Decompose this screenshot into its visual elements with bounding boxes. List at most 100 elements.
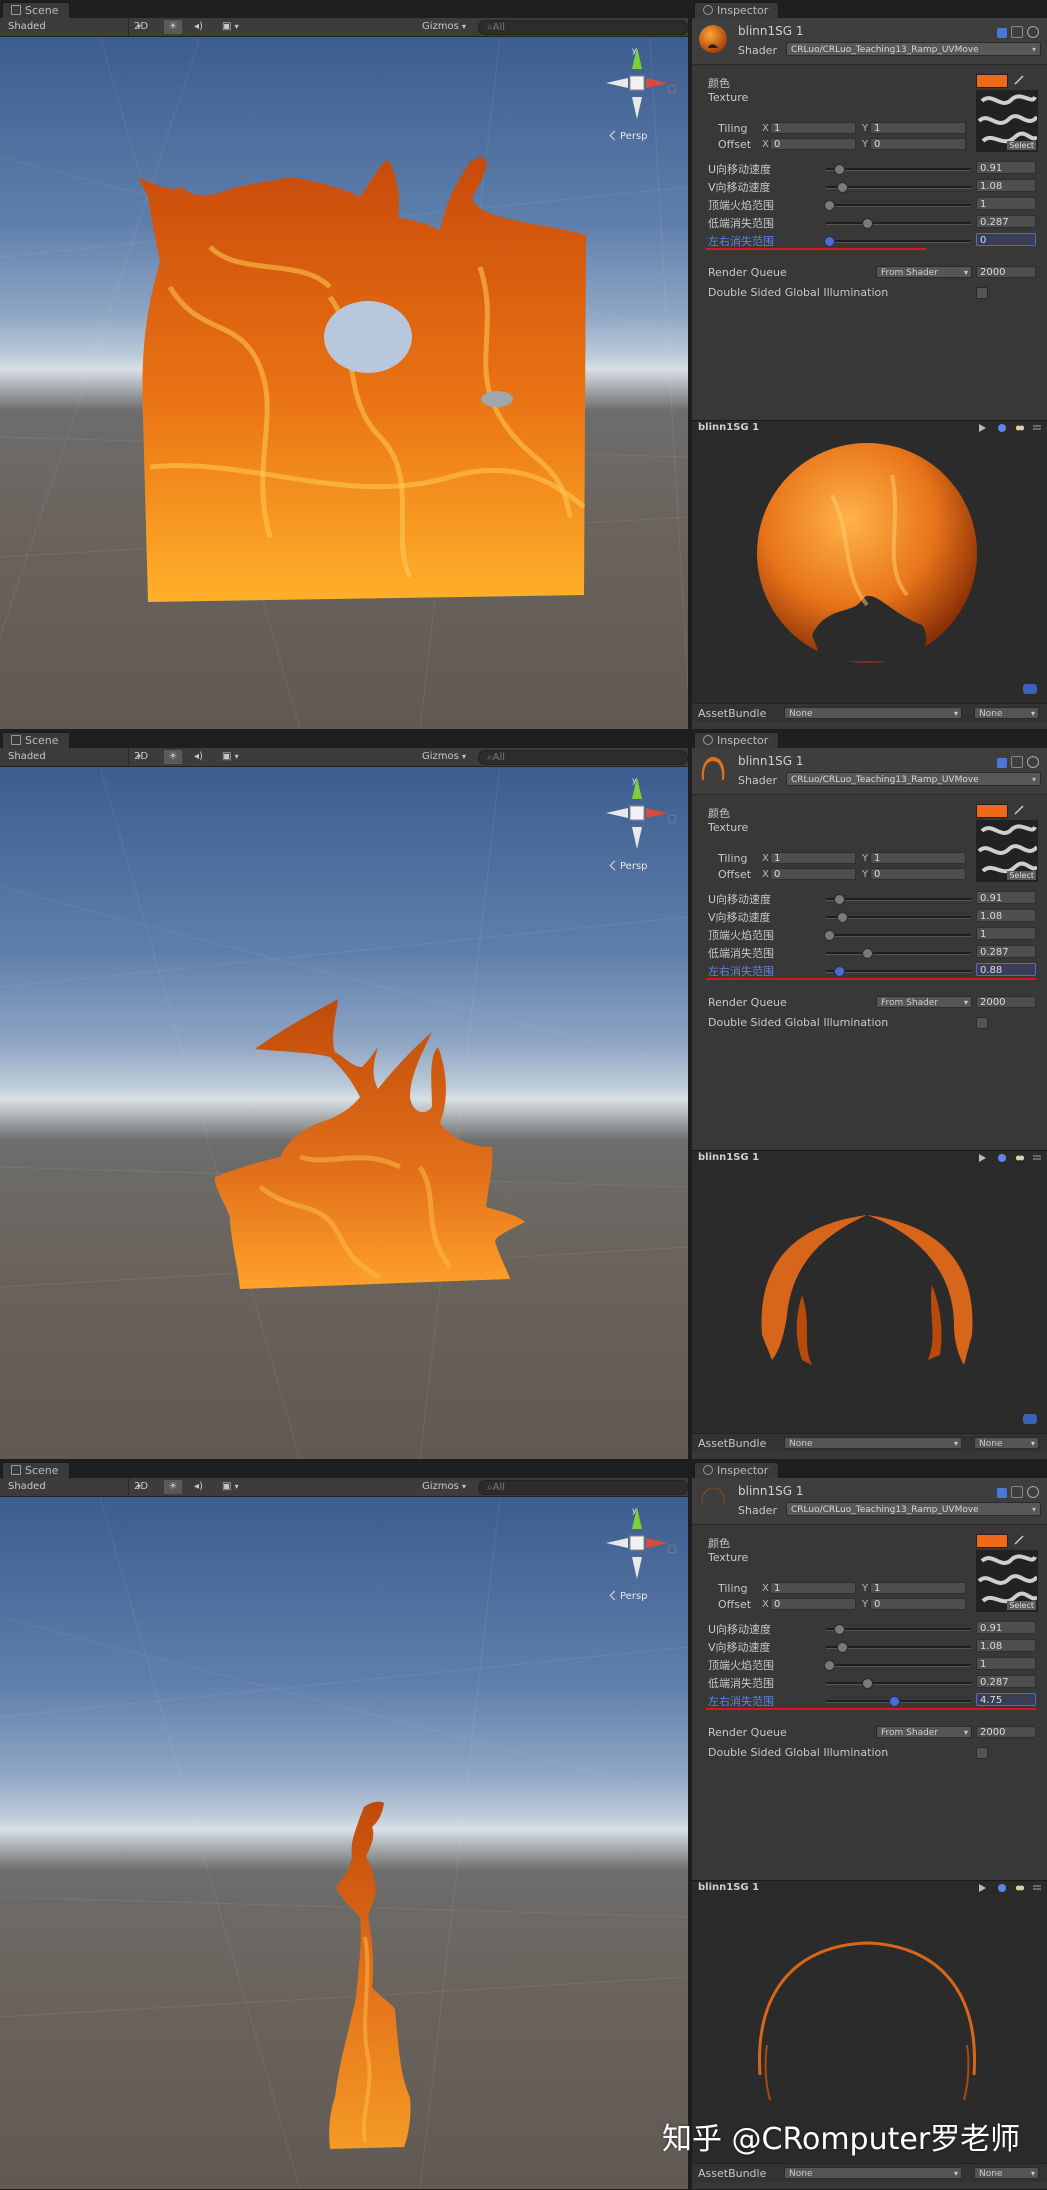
render-queue-field[interactable]: 2000 xyxy=(976,1726,1036,1738)
slider-thumb[interactable] xyxy=(823,236,835,247)
texture-select-button[interactable]: Select xyxy=(1007,1601,1036,1610)
lighting-toggle[interactable]: ☀ xyxy=(164,750,182,764)
preview-menu-icon[interactable] xyxy=(1032,1153,1042,1163)
assetbundle-dropdown[interactable]: None ▾ xyxy=(784,707,962,719)
scene-search-input[interactable]: ⌕All xyxy=(478,1480,688,1495)
color-swatch[interactable] xyxy=(976,804,1008,818)
render-queue-dropdown[interactable]: From Shader ▾ xyxy=(876,266,972,278)
texture-slot[interactable]: Select xyxy=(976,820,1038,882)
gear-icon[interactable] xyxy=(1027,756,1039,768)
shader-dropdown[interactable]: CRLuo/CRLuo_Teaching13_Ramp_UVMove ▾ xyxy=(786,772,1041,786)
tiling-x-field[interactable]: 1 xyxy=(770,122,856,134)
shading-dropdown[interactable]: Shaded ▾ xyxy=(8,750,141,764)
preview-menu-icon[interactable] xyxy=(1032,423,1042,433)
render-queue-field[interactable]: 2000 xyxy=(976,996,1036,1008)
sphere-preview-icon[interactable] xyxy=(997,1153,1007,1163)
slider-track[interactable] xyxy=(826,894,971,905)
slider-thumb[interactable] xyxy=(861,948,873,959)
2d-toggle[interactable]: 2D xyxy=(134,1480,148,1494)
material-preview[interactable] xyxy=(692,435,1047,710)
slider-track[interactable] xyxy=(826,1696,971,1707)
dsgi-checkbox[interactable] xyxy=(976,287,988,299)
slider-value-field[interactable]: 1 xyxy=(976,197,1036,210)
slider-value-field[interactable]: 1.08 xyxy=(976,909,1036,922)
effects-dropdown[interactable]: ▣ ▾ xyxy=(222,1480,239,1494)
persp-label[interactable]: Persp xyxy=(609,1590,648,1602)
help-icon[interactable] xyxy=(997,28,1007,38)
scene-viewport[interactable]: y Persp xyxy=(0,37,688,729)
2d-toggle[interactable]: 2D xyxy=(134,20,148,34)
help-icon[interactable] xyxy=(997,758,1007,768)
slider-value-field[interactable]: 1.08 xyxy=(976,179,1036,192)
2d-toggle[interactable]: 2D xyxy=(134,750,148,764)
preview-menu-icon[interactable] xyxy=(1032,1883,1042,1893)
gizmos-dropdown[interactable]: Gizmos ▾ xyxy=(422,1480,466,1494)
slider-track[interactable] xyxy=(823,930,971,941)
effects-dropdown[interactable]: ▣ ▾ xyxy=(222,20,239,34)
play-icon[interactable] xyxy=(977,1883,987,1893)
lighting-toggle[interactable]: ☀ xyxy=(164,20,182,34)
slider-value-field[interactable]: 0.287 xyxy=(976,945,1036,958)
slider-thumb[interactable] xyxy=(836,912,848,923)
offset-x-field[interactable]: 0 xyxy=(770,138,856,150)
persp-label[interactable]: Persp xyxy=(609,860,648,872)
tiling-y-field[interactable]: 1 xyxy=(870,1582,966,1594)
tiling-x-field[interactable]: 1 xyxy=(770,1582,856,1594)
inspector-tab[interactable]: Inspector xyxy=(694,1462,780,1479)
assetbundle-dropdown[interactable]: None ▾ xyxy=(784,1437,962,1449)
shading-dropdown[interactable]: Shaded ▾ xyxy=(8,20,141,34)
slider-value-field[interactable]: 1 xyxy=(976,927,1036,940)
slider-track[interactable] xyxy=(826,218,971,229)
scene-search-input[interactable]: ⌕All xyxy=(478,750,688,765)
gear-icon[interactable] xyxy=(1027,26,1039,38)
effects-dropdown[interactable]: ▣ ▾ xyxy=(222,750,239,764)
persp-label[interactable]: Persp xyxy=(609,130,648,142)
slider-value-field[interactable]: 0.91 xyxy=(976,891,1036,904)
texture-select-button[interactable]: Select xyxy=(1007,871,1036,880)
slider-track[interactable] xyxy=(826,1624,971,1635)
slider-thumb[interactable] xyxy=(834,966,846,977)
eyedropper-icon[interactable] xyxy=(1014,75,1024,85)
texture-slot[interactable]: Select xyxy=(976,90,1038,152)
audio-toggle[interactable]: ◂) xyxy=(194,1480,203,1494)
preset-icon[interactable] xyxy=(1011,1486,1023,1498)
slider-thumb[interactable] xyxy=(836,1642,848,1653)
slider-value-field[interactable]: 0.91 xyxy=(976,161,1036,174)
assetbundle-variant-dropdown[interactable]: None ▾ xyxy=(974,707,1039,719)
slider-thumb[interactable] xyxy=(861,218,873,229)
offset-y-field[interactable]: 0 xyxy=(870,868,966,880)
preset-icon[interactable] xyxy=(1011,26,1023,38)
offset-x-field[interactable]: 0 xyxy=(770,1598,856,1610)
slider-thumb[interactable] xyxy=(834,1624,846,1635)
offset-x-field[interactable]: 0 xyxy=(770,868,856,880)
slider-thumb[interactable] xyxy=(823,930,835,941)
scene-viewport[interactable]: y Persp xyxy=(0,1497,688,2189)
slider-track[interactable] xyxy=(826,966,971,977)
slider-value-field[interactable]: 4.75 xyxy=(976,1693,1036,1706)
slider-track[interactable] xyxy=(826,164,971,175)
eyedropper-icon[interactable] xyxy=(1014,805,1024,815)
gizmos-dropdown[interactable]: Gizmos ▾ xyxy=(422,20,466,34)
scene-search-input[interactable]: ⌕All xyxy=(478,20,688,35)
material-preview[interactable] xyxy=(692,1165,1047,1440)
lights-icon[interactable] xyxy=(1015,423,1025,433)
render-queue-dropdown[interactable]: From Shader ▾ xyxy=(876,996,972,1008)
orientation-gizmo[interactable]: y xyxy=(602,1503,672,1583)
scene-tab[interactable]: Scene xyxy=(2,2,70,19)
gizmos-dropdown[interactable]: Gizmos ▾ xyxy=(422,750,466,764)
scene-viewport[interactable]: y Persp xyxy=(0,767,688,1459)
scene-tab[interactable]: Scene xyxy=(2,1462,70,1479)
slider-thumb[interactable] xyxy=(889,1696,901,1707)
offset-y-field[interactable]: 0 xyxy=(870,1598,966,1610)
slider-value-field[interactable]: 1 xyxy=(976,1657,1036,1670)
fire-mesh[interactable] xyxy=(0,767,688,1459)
slider-thumb[interactable] xyxy=(834,164,846,175)
fire-mesh[interactable] xyxy=(0,37,688,729)
texture-select-button[interactable]: Select xyxy=(1007,141,1036,150)
slider-thumb[interactable] xyxy=(823,200,835,211)
fire-mesh[interactable] xyxy=(0,1497,688,2189)
preset-icon[interactable] xyxy=(1011,756,1023,768)
slider-track[interactable] xyxy=(823,1660,971,1671)
slider-value-field[interactable]: 0 xyxy=(976,233,1036,246)
slider-thumb[interactable] xyxy=(861,1678,873,1689)
